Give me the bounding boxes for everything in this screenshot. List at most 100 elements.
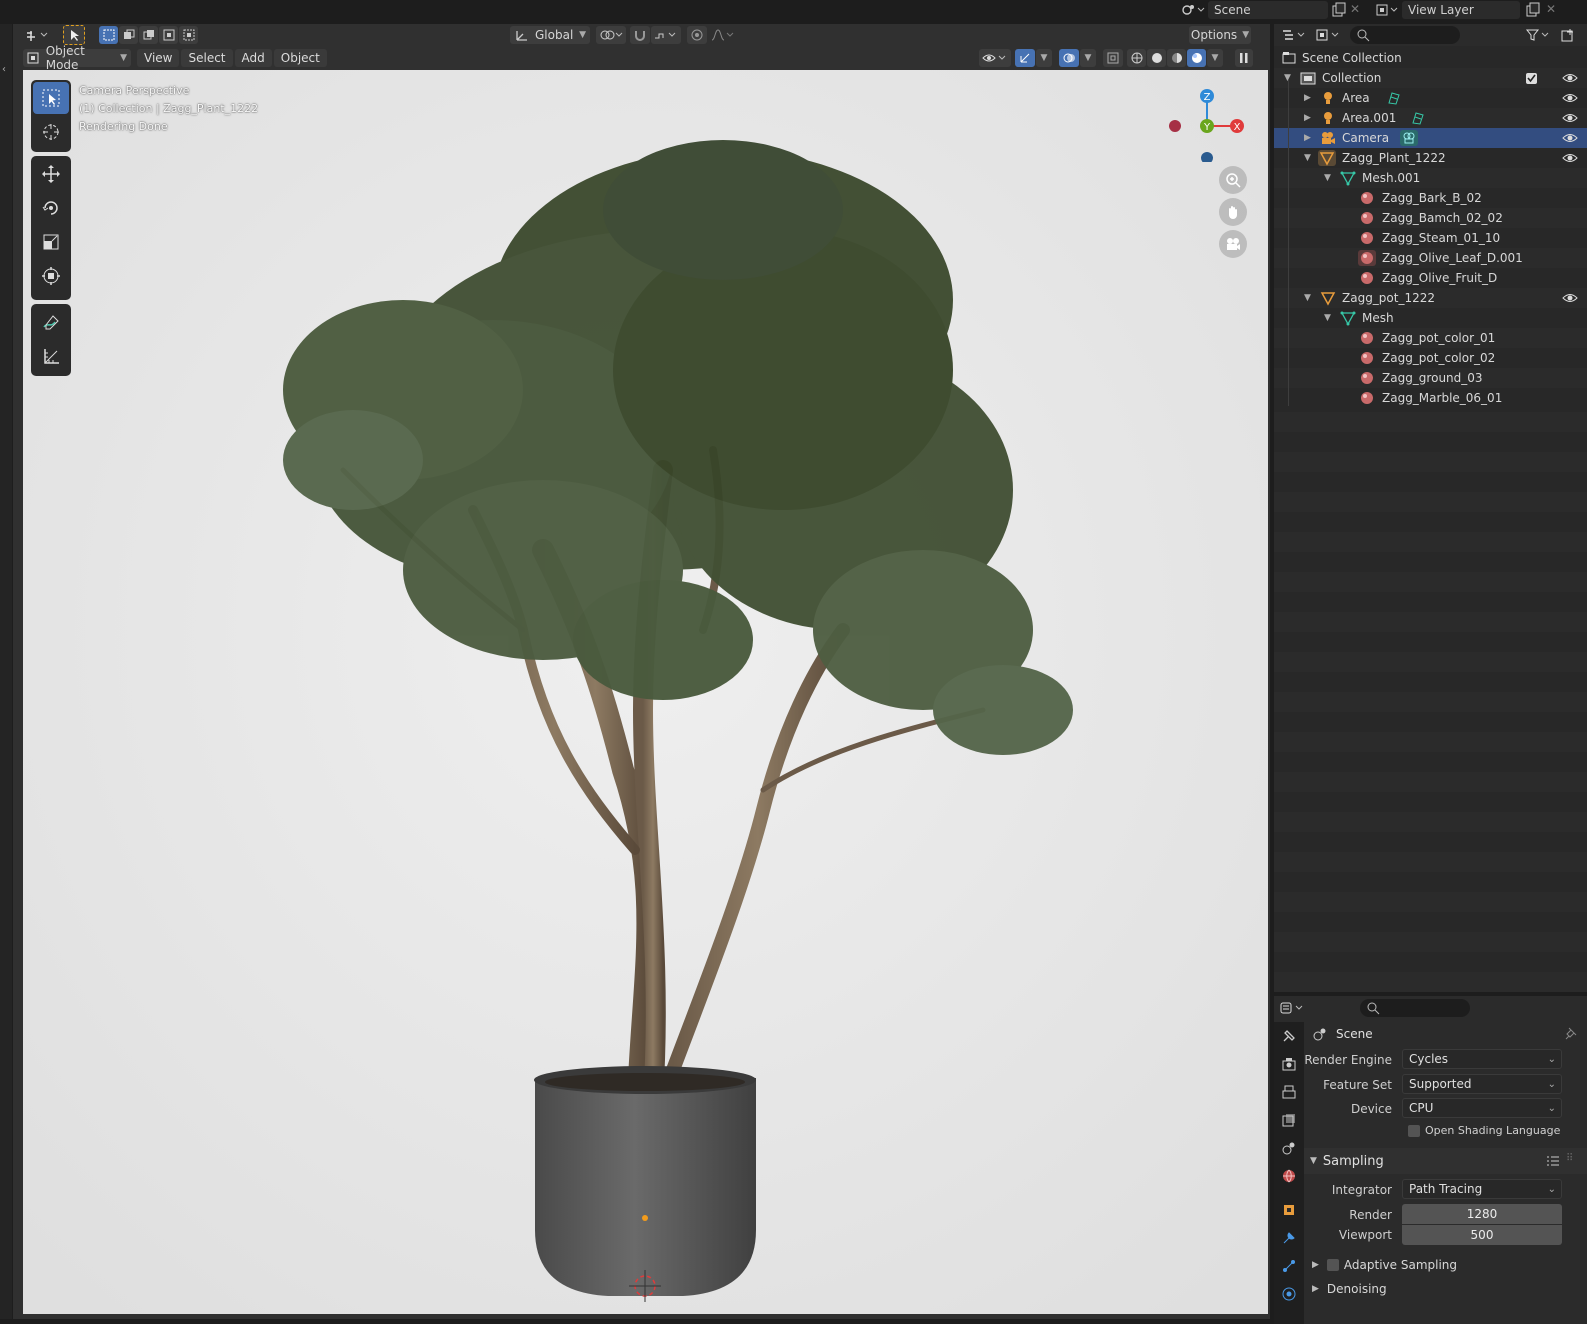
3d-viewport[interactable]: Global ▼ Options ▼ Object Mode ▼ View Se… [13,24,1270,1319]
outliner-row-area[interactable]: ▶ Area [1274,88,1587,108]
select-extend-icon[interactable] [119,26,138,44]
rendered-shading-icon[interactable] [1187,49,1206,67]
expand-left-icon[interactable]: ‹ [2,64,6,75]
outliner-row-material[interactable]: Zagg_pot_color_02 [1274,348,1587,368]
mode-dropdown[interactable]: Object Mode ▼ [23,44,131,72]
expand-arrow-icon[interactable]: ▶ [1304,93,1311,103]
select-tool-icon[interactable] [63,25,85,45]
osl-option[interactable]: Open Shading Language [1408,1124,1560,1137]
tool-measure-icon[interactable] [33,340,69,372]
exclude-checkbox[interactable] [1526,72,1537,84]
outliner-row-scene-collection[interactable]: Scene Collection [1274,48,1587,68]
camera-view-icon[interactable] [1219,230,1247,258]
outliner-row-mesh-001[interactable]: ▼ Mesh.001 [1274,168,1587,188]
material-shading-icon[interactable] [1167,49,1186,67]
outliner-row-area-001[interactable]: ▶ Area.001 [1274,108,1587,128]
sampling-panel-header[interactable]: ▼ Sampling ⠿ [1304,1148,1587,1174]
outliner-row-zagg-plant[interactable]: ▼ Zagg_Plant_1222 [1274,148,1587,168]
snap-target-dropdown[interactable] [651,26,681,44]
outliner-search-input[interactable] [1350,26,1460,44]
gizmo-dropdown-icon[interactable]: ▼ [1036,49,1052,67]
view-layer-icon[interactable] [1374,2,1400,18]
view-layer-selector[interactable]: View Layer [1402,1,1520,19]
expand-arrow-icon[interactable]: ▼ [1324,173,1331,183]
outliner-row-material[interactable]: Zagg_Olive_Fruit_D [1274,268,1587,288]
outliner-row-mesh[interactable]: ▼ Mesh [1274,308,1587,328]
outliner-row-material[interactable]: Zagg_pot_color_01 [1274,328,1587,348]
expand-arrow-icon[interactable]: ▶ [1304,133,1311,143]
options-dropdown[interactable]: Options ▼ [1189,26,1251,44]
outliner-row-material[interactable]: Zagg_Bamch_02_02 [1274,208,1587,228]
adaptive-sampling-checkbox[interactable] [1326,1259,1339,1271]
expand-arrow-icon[interactable]: ▶ [1304,113,1311,123]
pivot-point-dropdown[interactable] [596,26,626,44]
shading-dropdown-icon[interactable]: ▼ [1207,49,1223,67]
solid-shading-icon[interactable] [1147,49,1166,67]
editor-type-icon[interactable] [23,26,53,44]
osl-checkbox[interactable] [1408,1124,1420,1137]
select-invert-icon[interactable] [159,26,178,44]
menu-view[interactable]: View [137,49,180,67]
visibility-eye-icon[interactable] [1562,92,1578,104]
tool-move-icon[interactable] [33,158,69,190]
outliner-row-material[interactable]: Zagg_Olive_Leaf_D.001 [1274,248,1587,268]
expand-arrow-icon[interactable]: ▼ [1304,153,1311,163]
pan-hand-icon[interactable] [1219,198,1247,226]
falloff-dropdown[interactable] [709,26,737,44]
transform-orientation-dropdown[interactable]: Global ▼ [510,26,590,44]
menu-select[interactable]: Select [181,49,233,67]
viewport-samples-field[interactable]: 500 [1402,1225,1562,1245]
outliner-row-camera[interactable]: ▶ Camera [1274,128,1587,148]
gizmo-neg-z-axis[interactable] [1201,152,1213,162]
render-engine-dropdown[interactable]: Cycles ⌄ [1402,1049,1562,1069]
outliner-row-collection[interactable]: ▼ Collection [1274,68,1587,88]
visibility-eye-icon[interactable] [1562,152,1578,164]
navigation-gizmo[interactable]: Z X Y [1167,82,1247,162]
pause-render-icon[interactable] [1235,49,1253,67]
tool-transform-icon[interactable] [33,260,69,292]
pin-icon[interactable] [1564,1026,1578,1040]
menu-add[interactable]: Add [234,49,272,67]
tool-rotate-icon[interactable] [33,192,69,224]
tab-tool-icon[interactable] [1274,1022,1304,1050]
device-dropdown[interactable]: CPU ⌄ [1402,1098,1562,1118]
feature-set-dropdown[interactable]: Supported ⌄ [1402,1074,1562,1094]
outliner-row-material[interactable]: Zagg_Bark_B_02 [1274,188,1587,208]
visibility-eye-icon[interactable] [1562,72,1578,84]
outliner-row-material[interactable]: Zagg_Marble_06_01 [1274,388,1587,408]
overlay-dropdown-icon[interactable]: ▼ [1080,49,1096,67]
close-view-layer-icon[interactable]: ✕ [1546,2,1556,16]
new-collection-icon[interactable] [1558,26,1578,44]
denoising-subpanel[interactable]: ▶ Denoising [1312,1282,1387,1296]
tool-select-box-icon[interactable] [33,82,69,114]
select-subtract-icon[interactable] [139,26,158,44]
select-intersect-icon[interactable] [179,26,198,44]
presets-list-icon[interactable] [1546,1154,1560,1168]
snap-toggle-icon[interactable] [630,26,650,44]
properties-editor-type-icon[interactable] [1278,999,1308,1017]
select-new-icon[interactable] [99,26,118,44]
visibility-eye-icon[interactable] [1562,292,1578,304]
properties-search-input[interactable] [1360,999,1470,1017]
display-mode-icon[interactable] [1314,26,1344,44]
tool-scale-icon[interactable] [33,226,69,258]
tool-cursor-icon[interactable] [33,116,69,148]
tab-scene-icon[interactable] [1274,1134,1304,1162]
menu-object[interactable]: Object [273,49,327,67]
drag-handle-icon[interactable]: ⠿ [1566,1153,1573,1164]
render-canvas[interactable]: Camera Perspective (1) Collection | Zagg… [23,70,1268,1314]
new-scene-icon[interactable] [1330,2,1346,18]
outliner-editor-type-icon[interactable] [1280,26,1310,44]
overlay-toggle-icon[interactable] [1059,49,1079,67]
new-view-layer-icon[interactable] [1524,2,1540,18]
xray-toggle-icon[interactable] [1103,49,1123,67]
filter-icon[interactable] [1524,26,1554,44]
tool-annotate-icon[interactable] [33,306,69,338]
zoom-icon[interactable] [1219,166,1247,194]
close-scene-icon[interactable]: ✕ [1350,2,1360,16]
proportional-edit-icon[interactable] [687,26,707,44]
expand-arrow-icon[interactable]: ▼ [1304,293,1311,303]
integrator-dropdown[interactable]: Path Tracing ⌄ [1402,1179,1562,1199]
expand-arrow-icon[interactable]: ▼ [1324,313,1331,323]
outliner-row-material[interactable]: Zagg_ground_03 [1274,368,1587,388]
